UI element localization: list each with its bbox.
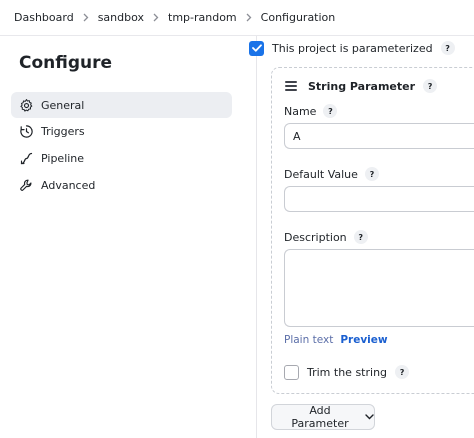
add-parameter-label: Add Parameter bbox=[291, 404, 349, 430]
chevron-right-icon bbox=[74, 13, 98, 22]
breadcrumb: Dashboard sandbox tmp-random Configurati… bbox=[0, 0, 474, 36]
check-icon bbox=[251, 44, 262, 52]
name-label: Name ? bbox=[284, 104, 338, 118]
description-label: Description ? bbox=[284, 230, 368, 244]
trim-checkbox[interactable] bbox=[284, 364, 299, 380]
sidebar-item-label: Triggers bbox=[41, 124, 85, 138]
help-icon[interactable]: ? bbox=[353, 230, 368, 244]
sidebar-item-advanced[interactable]: Advanced bbox=[11, 172, 232, 198]
gear-icon bbox=[18, 97, 34, 113]
name-input[interactable] bbox=[284, 123, 474, 149]
default-value-input[interactable] bbox=[284, 186, 474, 212]
breadcrumb-dashboard[interactable]: Dashboard bbox=[14, 11, 74, 24]
string-parameter-panel: String Parameter ? Name ? Default Value … bbox=[271, 67, 474, 394]
trim-row: Trim the string ? bbox=[284, 364, 410, 380]
default-value-label-text: Default Value bbox=[284, 167, 358, 181]
sidebar: Configure General Triggers Pipeline Adva… bbox=[0, 36, 245, 438]
breadcrumb-configuration[interactable]: Configuration bbox=[261, 11, 336, 24]
clock-icon bbox=[18, 123, 34, 139]
page-title: Configure bbox=[19, 53, 113, 73]
name-label-text: Name bbox=[284, 104, 317, 118]
default-value-label: Default Value ? bbox=[284, 167, 379, 181]
breadcrumb-tmp-random[interactable]: tmp-random bbox=[168, 11, 237, 24]
sidebar-item-label: Advanced bbox=[41, 178, 96, 192]
add-parameter-button[interactable]: Add Parameter bbox=[271, 404, 375, 430]
wrench-icon bbox=[18, 177, 34, 193]
chevron-down-icon bbox=[365, 414, 374, 420]
breadcrumb-sandbox[interactable]: sandbox bbox=[98, 11, 144, 24]
help-icon[interactable]: ? bbox=[364, 167, 379, 181]
parameterized-checkbox[interactable] bbox=[249, 40, 264, 56]
preview-row: Plain text Preview bbox=[284, 334, 388, 346]
drag-handle-icon[interactable] bbox=[285, 81, 297, 91]
chevron-right-icon bbox=[144, 13, 168, 22]
trim-label: Trim the string bbox=[307, 365, 388, 379]
sidebar-item-label: Pipeline bbox=[41, 151, 85, 165]
content-divider bbox=[256, 36, 257, 438]
preview-link[interactable]: Preview bbox=[340, 334, 387, 346]
sidebar-item-pipeline[interactable]: Pipeline bbox=[11, 145, 232, 171]
sidebar-item-general[interactable]: General bbox=[11, 92, 232, 118]
parameterized-row: This project is parameterized ? bbox=[249, 39, 455, 57]
sidebar-item-label: General bbox=[41, 98, 85, 112]
help-icon[interactable]: ? bbox=[395, 365, 410, 379]
sidebar-item-triggers[interactable]: Triggers bbox=[11, 118, 232, 144]
description-label-text: Description bbox=[284, 230, 347, 244]
help-icon[interactable]: ? bbox=[440, 41, 455, 55]
string-parameter-header: String Parameter ? bbox=[285, 78, 438, 94]
parameterized-label: This project is parameterized bbox=[272, 41, 433, 55]
pipeline-icon bbox=[18, 150, 34, 166]
string-parameter-title: String Parameter bbox=[308, 79, 416, 93]
description-textarea[interactable] bbox=[284, 249, 474, 327]
plain-text-label: Plain text bbox=[284, 334, 334, 346]
help-icon[interactable]: ? bbox=[323, 104, 338, 118]
help-icon[interactable]: ? bbox=[423, 79, 438, 93]
chevron-right-icon bbox=[237, 13, 261, 22]
